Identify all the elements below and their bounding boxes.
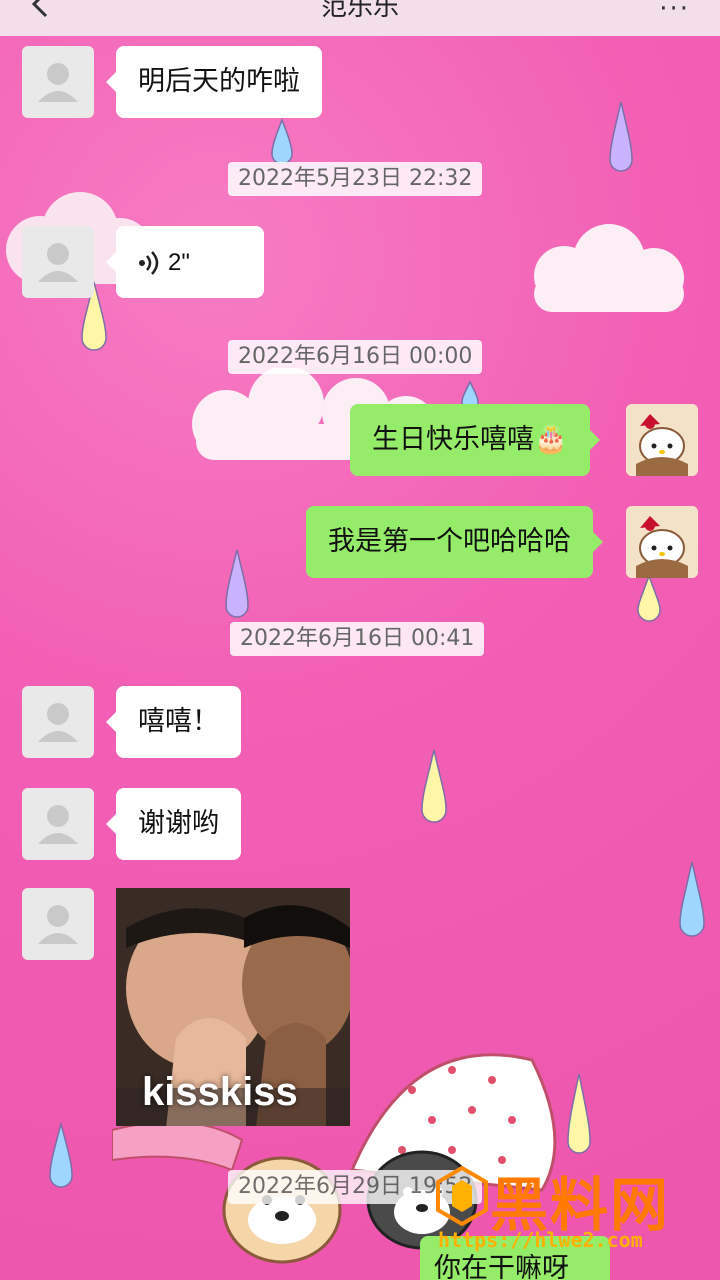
user-avatar[interactable] bbox=[626, 506, 698, 578]
default-avatar-icon bbox=[38, 805, 78, 844]
voice-message-bubble[interactable]: 2" bbox=[106, 226, 264, 298]
raindrop-decoration bbox=[679, 861, 705, 937]
watermark-logo-icon bbox=[436, 1166, 488, 1226]
user-avatar[interactable] bbox=[626, 404, 698, 476]
raindrop-decoration bbox=[421, 749, 447, 823]
raindrop-decoration bbox=[271, 118, 293, 164]
message-timestamp: 2022年6月16日 00:41 bbox=[230, 622, 485, 656]
raindrop-decoration bbox=[49, 1122, 73, 1188]
watermark-url: https://hlwe2.com bbox=[438, 1228, 643, 1252]
contact-avatar[interactable] bbox=[22, 888, 94, 960]
message-timestamp: 2022年5月23日 22:32 bbox=[228, 162, 483, 196]
hello-kitty-avatar-icon bbox=[626, 506, 698, 578]
image-message[interactable]: kisskiss bbox=[116, 888, 350, 1126]
more-options-icon[interactable]: ··· bbox=[659, 0, 690, 24]
voice-wave-icon bbox=[139, 250, 159, 275]
cloud-decoration bbox=[534, 224, 684, 312]
raindrop-decoration bbox=[609, 101, 633, 172]
raindrop-decoration bbox=[567, 1073, 591, 1154]
message-bubble-received[interactable]: 明后天的咋啦 bbox=[106, 46, 322, 118]
contact-avatar[interactable] bbox=[22, 226, 94, 298]
default-avatar-icon bbox=[38, 703, 78, 742]
message-bubble-sent[interactable]: 我是第一个吧哈哈哈 bbox=[306, 506, 603, 578]
image-caption: kisskiss bbox=[142, 1070, 298, 1114]
message-bubble-received[interactable]: 谢谢哟 bbox=[106, 788, 241, 860]
contact-avatar[interactable] bbox=[22, 46, 94, 118]
default-avatar-icon bbox=[38, 243, 78, 282]
chat-header: 范乐乐 ··· bbox=[0, 0, 720, 36]
contact-avatar[interactable] bbox=[22, 686, 94, 758]
raindrop-decoration bbox=[637, 574, 661, 622]
hello-kitty-avatar-icon bbox=[626, 404, 698, 476]
message-timestamp: 2022年6月16日 00:00 bbox=[228, 340, 483, 374]
message-bubble-sent[interactable]: 生日快乐嘻嘻🎂 bbox=[350, 404, 600, 476]
message-bubble-received[interactable]: 嘻嘻！ bbox=[106, 686, 241, 758]
contact-avatar[interactable] bbox=[22, 788, 94, 860]
voice-duration: 2" bbox=[168, 249, 190, 276]
default-avatar-icon bbox=[38, 63, 78, 102]
raindrop-decoration bbox=[225, 549, 249, 618]
default-avatar-icon bbox=[38, 905, 78, 944]
site-watermark: 黑料网 https://hlwe2.com bbox=[430, 1158, 720, 1258]
chat-title: 范乐乐 bbox=[320, 0, 399, 22]
